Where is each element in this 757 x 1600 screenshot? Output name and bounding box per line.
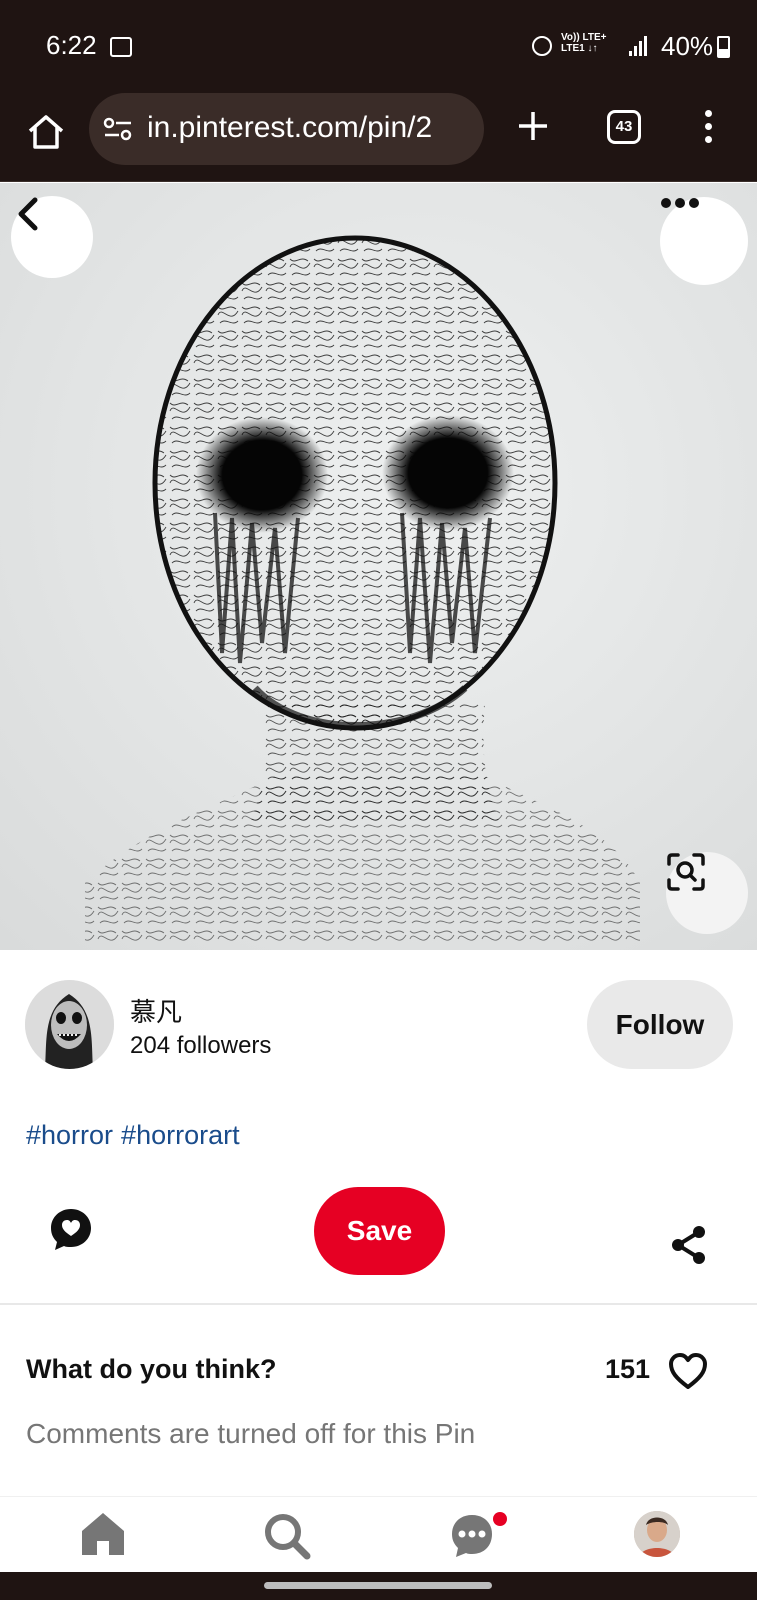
visual-search-button[interactable] xyxy=(666,852,748,934)
comments-heading: What do you think? xyxy=(26,1354,277,1384)
profile-avatar-image xyxy=(634,1511,680,1557)
back-button[interactable] xyxy=(11,196,93,278)
bottom-navigation xyxy=(0,1496,757,1572)
creator-name[interactable]: 慕凡 xyxy=(130,992,182,1029)
address-bar[interactable]: in.pinterest.com/pin/2 xyxy=(89,93,484,165)
hashtag-link[interactable]: #horror xyxy=(26,1120,113,1150)
creator-avatar[interactable] xyxy=(25,980,114,1069)
comment-icon[interactable] xyxy=(48,1206,94,1252)
signal-icon xyxy=(629,36,651,56)
like-count: 151 xyxy=(605,1354,651,1384)
browser-menu-icon[interactable] xyxy=(705,110,713,146)
share-icon[interactable] xyxy=(669,1225,709,1265)
creator-row: 慕凡 204 followers Follow xyxy=(0,950,757,1110)
gallery-notification-icon xyxy=(110,37,132,57)
home-icon[interactable] xyxy=(26,112,66,152)
messages-icon[interactable] xyxy=(450,1511,508,1561)
alarm-icon xyxy=(532,36,552,56)
network-indicator: Vo)) LTE+ LTE1 ↓↑ xyxy=(561,32,606,54)
status-bar: 6:22 Vo)) LTE+ LTE1 ↓↑ 40% xyxy=(0,0,757,88)
network-top: Vo)) LTE+ xyxy=(561,32,607,43)
hashtag-link[interactable]: #horrorart xyxy=(121,1120,240,1150)
pin-actions: Save xyxy=(0,1180,757,1305)
status-indicators: Vo)) LTE+ LTE1 ↓↑ 40% xyxy=(427,30,757,61)
tab-switcher-button[interactable]: 43 xyxy=(607,110,641,144)
chevron-left-icon xyxy=(18,197,38,231)
gesture-handle[interactable] xyxy=(264,1582,492,1589)
heart-icon[interactable] xyxy=(668,1352,708,1390)
browser-toolbar: in.pinterest.com/pin/2 43 xyxy=(0,88,757,182)
horror-drawing-image xyxy=(0,183,757,950)
visual-search-icon xyxy=(667,853,705,891)
more-icon xyxy=(661,198,699,208)
creator-followers: 204 followers xyxy=(130,1032,272,1059)
network-bottom: LTE1 ↓↑ xyxy=(561,43,598,54)
save-button[interactable]: Save xyxy=(314,1187,445,1275)
site-settings-icon[interactable] xyxy=(103,117,133,141)
more-options-button[interactable] xyxy=(660,197,748,285)
creator-avatar-image xyxy=(25,980,114,1069)
pin-image[interactable] xyxy=(0,183,757,950)
comments-closed-message: Comments are turned off for this Pin xyxy=(26,1418,476,1449)
status-time: 6:22 xyxy=(46,30,97,60)
profile-avatar[interactable] xyxy=(634,1511,680,1557)
notification-dot xyxy=(493,1512,507,1526)
battery-percent: 40% xyxy=(661,31,714,61)
search-icon[interactable] xyxy=(262,1511,312,1561)
battery-icon xyxy=(717,36,730,58)
new-tab-icon[interactable] xyxy=(515,108,551,144)
hashtags: #horror #horrorart xyxy=(26,1120,248,1151)
url-text[interactable]: in.pinterest.com/pin/2 xyxy=(147,111,432,145)
home-icon[interactable] xyxy=(80,1511,126,1557)
system-nav-bar xyxy=(0,1572,757,1600)
follow-button[interactable]: Follow xyxy=(587,980,733,1069)
